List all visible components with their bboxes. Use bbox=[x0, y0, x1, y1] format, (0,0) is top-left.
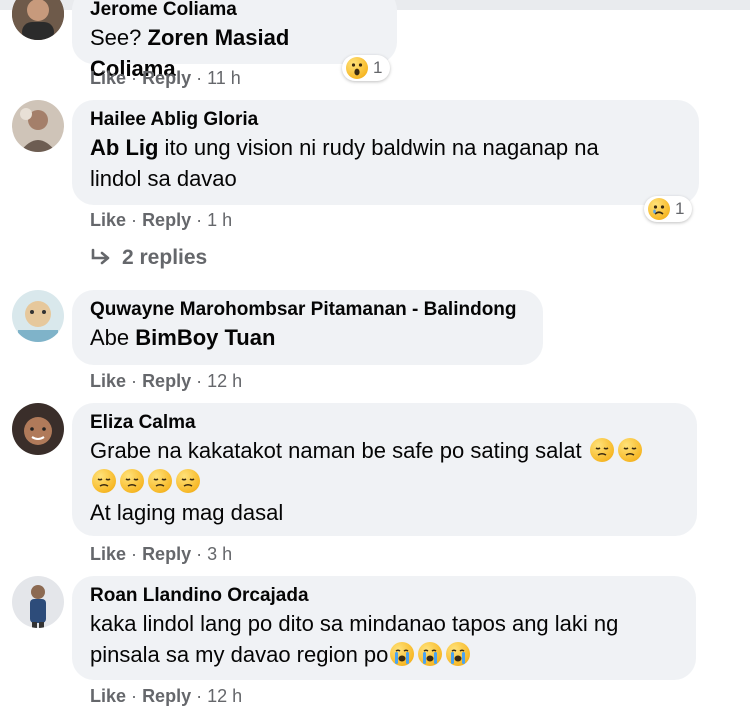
comment-bubble: Quwayne Marohombsar Pitamanan - Balindon… bbox=[72, 290, 543, 365]
like-link[interactable]: Like bbox=[90, 68, 126, 88]
like-link[interactable]: Like bbox=[90, 210, 126, 230]
pensive-emoji-icon bbox=[176, 469, 200, 493]
separator: · bbox=[131, 686, 138, 706]
comment-text: Grabe na kakatakot naman be safe po sati… bbox=[90, 435, 679, 466]
like-link[interactable]: Like bbox=[90, 544, 126, 564]
comment-text-line: At laging mag dasal bbox=[90, 500, 284, 525]
comment-author[interactable]: Hailee Ablig Gloria bbox=[90, 108, 681, 132]
replies-count[interactable]: 2 replies bbox=[122, 246, 207, 270]
comment-author[interactable]: Eliza Calma bbox=[90, 411, 679, 435]
comment-text-prefix: See? bbox=[90, 25, 148, 50]
separator: · bbox=[131, 68, 138, 88]
view-replies-link[interactable]: 2 replies bbox=[90, 246, 207, 270]
comment-author[interactable]: Roan Llandino Orcajada bbox=[90, 584, 678, 608]
comment-author[interactable]: Jerome Coliama bbox=[90, 0, 379, 22]
reaction-badge[interactable]: 1 bbox=[342, 55, 391, 81]
separator: · bbox=[131, 210, 138, 230]
separator: · bbox=[196, 68, 203, 88]
crying-emoji-icon bbox=[390, 642, 415, 666]
comment-actions: Like · Reply · 3 h bbox=[90, 543, 232, 565]
reply-link[interactable]: Reply bbox=[142, 68, 191, 88]
avatar[interactable] bbox=[12, 290, 64, 342]
comment-bubble: Jerome Coliama See? Zoren Masiad Coliama bbox=[72, 0, 397, 81]
comment-text-line: ito ung vision ni rudy baldwin na nagana… bbox=[158, 135, 599, 160]
reaction-count: 1 bbox=[675, 199, 685, 218]
reaction-badge[interactable]: 1 bbox=[644, 196, 693, 222]
avatar[interactable] bbox=[12, 0, 64, 40]
sad-emoji-icon bbox=[648, 198, 670, 220]
mention-link[interactable]: BimBoy Tuan bbox=[135, 325, 275, 350]
comment-actions: Like · Reply · 1 h bbox=[90, 209, 232, 231]
reply-arrow-icon bbox=[91, 248, 110, 265]
avatar[interactable] bbox=[12, 403, 64, 455]
separator: · bbox=[196, 371, 203, 391]
wow-emoji-icon bbox=[346, 57, 368, 79]
pensive-emoji-icon bbox=[148, 469, 172, 493]
timestamp[interactable]: 1 h bbox=[207, 210, 232, 230]
comment-text-line: Grabe na kakatakot naman be safe po sati… bbox=[90, 438, 588, 463]
pensive-emoji-icon bbox=[92, 469, 116, 493]
emoji-row bbox=[90, 466, 679, 497]
timestamp[interactable]: 12 h bbox=[207, 686, 242, 706]
separator: · bbox=[196, 544, 203, 564]
comment-actions: Like · Reply · 12 h bbox=[90, 685, 242, 707]
reply-link[interactable]: Reply bbox=[142, 686, 191, 706]
like-link[interactable]: Like bbox=[90, 686, 126, 706]
timestamp[interactable]: 3 h bbox=[207, 544, 232, 564]
comment-bubble: Roan Llandino Orcajada kaka lindol lang … bbox=[72, 576, 696, 680]
reply-link[interactable]: Reply bbox=[142, 210, 191, 230]
pensive-emoji-icon bbox=[120, 469, 144, 493]
separator: · bbox=[131, 371, 138, 391]
comment-author[interactable]: Quwayne Marohombsar Pitamanan - Balindon… bbox=[90, 298, 525, 322]
comment-actions: Like · Reply · 11 h bbox=[90, 67, 241, 89]
comment-text: Abe BimBoy Tuan bbox=[90, 322, 525, 353]
comment-text: Ab Lig ito ung vision ni rudy baldwin na… bbox=[90, 132, 681, 163]
comment-text-prefix: Abe bbox=[90, 325, 136, 350]
reaction-count: 1 bbox=[373, 58, 383, 77]
comment-text-line: pinsala sa my davao region po bbox=[90, 642, 389, 667]
timestamp[interactable]: 12 h bbox=[207, 371, 242, 391]
separator: · bbox=[196, 210, 203, 230]
reply-link[interactable]: Reply bbox=[142, 544, 191, 564]
comment-text-line: lindol sa davao bbox=[90, 166, 237, 191]
comment-text: pinsala sa my davao region po bbox=[90, 639, 678, 670]
comment-actions: Like · Reply · 12 h bbox=[90, 370, 242, 392]
crying-emoji-icon bbox=[446, 642, 471, 666]
timestamp[interactable]: 11 h bbox=[207, 68, 241, 88]
avatar[interactable] bbox=[12, 100, 64, 152]
reply-link[interactable]: Reply bbox=[142, 371, 191, 391]
separator: · bbox=[131, 544, 138, 564]
mention-link[interactable]: Ab Lig bbox=[90, 135, 158, 160]
crying-emoji-icon bbox=[418, 642, 443, 666]
like-link[interactable]: Like bbox=[90, 371, 126, 391]
comment-bubble: Hailee Ablig Gloria Ab Lig ito ung visio… bbox=[72, 100, 699, 205]
pensive-emoji-icon bbox=[589, 438, 614, 462]
avatar[interactable] bbox=[12, 576, 64, 628]
comment-bubble: Eliza Calma Grabe na kakatakot naman be … bbox=[72, 403, 697, 536]
separator: · bbox=[196, 686, 203, 706]
pensive-emoji-icon bbox=[617, 438, 642, 462]
comment-text-line: kaka lindol lang po dito sa mindanao tap… bbox=[90, 611, 619, 636]
